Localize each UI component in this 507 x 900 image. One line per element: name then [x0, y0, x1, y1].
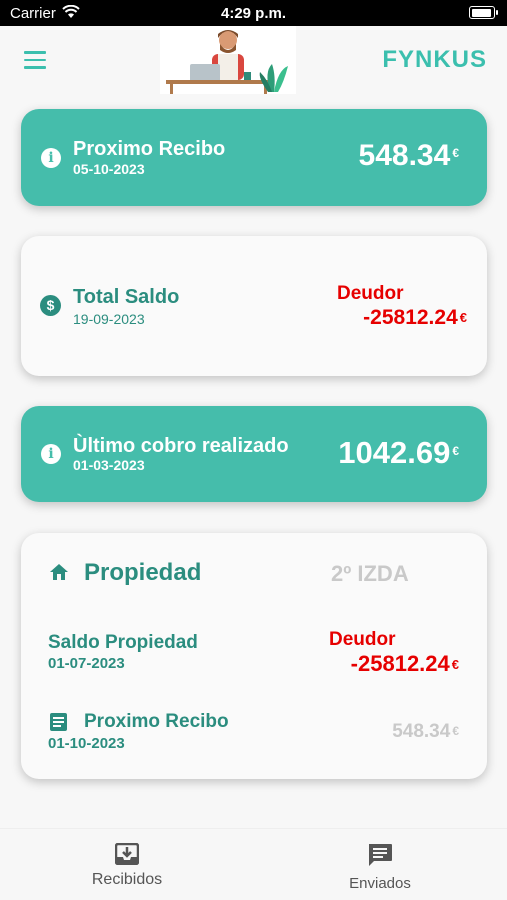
- tab-recibidos[interactable]: Recibidos: [62, 843, 192, 889]
- property-receipt-date: 01-10-2023: [48, 735, 125, 752]
- home-icon: [50, 564, 68, 580]
- message-icon: [369, 844, 392, 866]
- receipt-icon: [50, 713, 67, 731]
- next-receipt-amount: 548.34 €: [358, 139, 459, 172]
- info-icon: i: [41, 148, 61, 168]
- last-payment-date: 01-03-2023: [73, 457, 145, 473]
- last-payment-card[interactable]: i Ùltimo cobro realizado 01-03-2023 1042…: [21, 406, 487, 502]
- header-illustration: [160, 26, 296, 94]
- clock: 4:29 p.m.: [220, 5, 287, 22]
- last-payment-amount: 1042.69 €: [338, 435, 459, 470]
- property-unit: 2º IZDA: [331, 561, 409, 586]
- currency-symbol: €: [452, 444, 459, 458]
- currency-symbol: €: [451, 657, 459, 672]
- currency-symbol: €: [452, 146, 459, 160]
- next-receipt-date: 05-10-2023: [73, 161, 145, 177]
- last-payment-title: Ùltimo cobro realizado: [73, 435, 289, 457]
- inbox-icon: [115, 843, 139, 865]
- property-balance-amount: -25812.24 €: [350, 651, 459, 676]
- total-balance-status: Deudor: [337, 283, 404, 304]
- total-balance-card[interactable]: $ Total Saldo 19-09-2023 Deudor -25812.2…: [21, 236, 487, 376]
- next-receipt-card[interactable]: i Proximo Recibo 05-10-2023 548.34 €: [21, 109, 487, 206]
- currency-symbol: €: [459, 310, 467, 325]
- currency-symbol: €: [452, 724, 459, 738]
- tab-enviados[interactable]: Enviados: [315, 843, 445, 892]
- bottom-tab-bar: Recibidos Enviados: [0, 828, 507, 900]
- total-balance-amount: -25812.24 €: [363, 306, 467, 329]
- property-balance-date: 01-07-2023: [48, 655, 125, 672]
- dollar-circle-icon: $: [40, 295, 61, 316]
- fynkus-logo: FYNKUS: [382, 46, 487, 73]
- next-receipt-title: Proximo Recibo: [73, 138, 226, 160]
- property-receipt-amount: 548.34 €: [392, 721, 459, 742]
- app-header: FYNKUS: [0, 26, 507, 96]
- status-bar: Carrier 4:29 p.m.: [0, 0, 507, 26]
- info-icon: i: [41, 444, 61, 464]
- hamburger-menu-icon[interactable]: [24, 51, 46, 69]
- property-receipt-label: Proximo Recibo: [84, 711, 229, 732]
- tab-enviados-label: Enviados: [349, 875, 411, 892]
- property-title: Propiedad: [84, 559, 202, 586]
- property-balance-status: Deudor: [329, 629, 396, 650]
- property-card[interactable]: Propiedad 2º IZDA Saldo Propiedad 01-07-…: [21, 533, 487, 779]
- tab-recibidos-label: Recibidos: [91, 871, 163, 888]
- property-balance-label: Saldo Propiedad: [48, 632, 198, 653]
- battery-icon: [469, 6, 498, 19]
- total-balance-date: 19-09-2023: [73, 311, 145, 327]
- total-balance-title: Total Saldo: [73, 286, 180, 308]
